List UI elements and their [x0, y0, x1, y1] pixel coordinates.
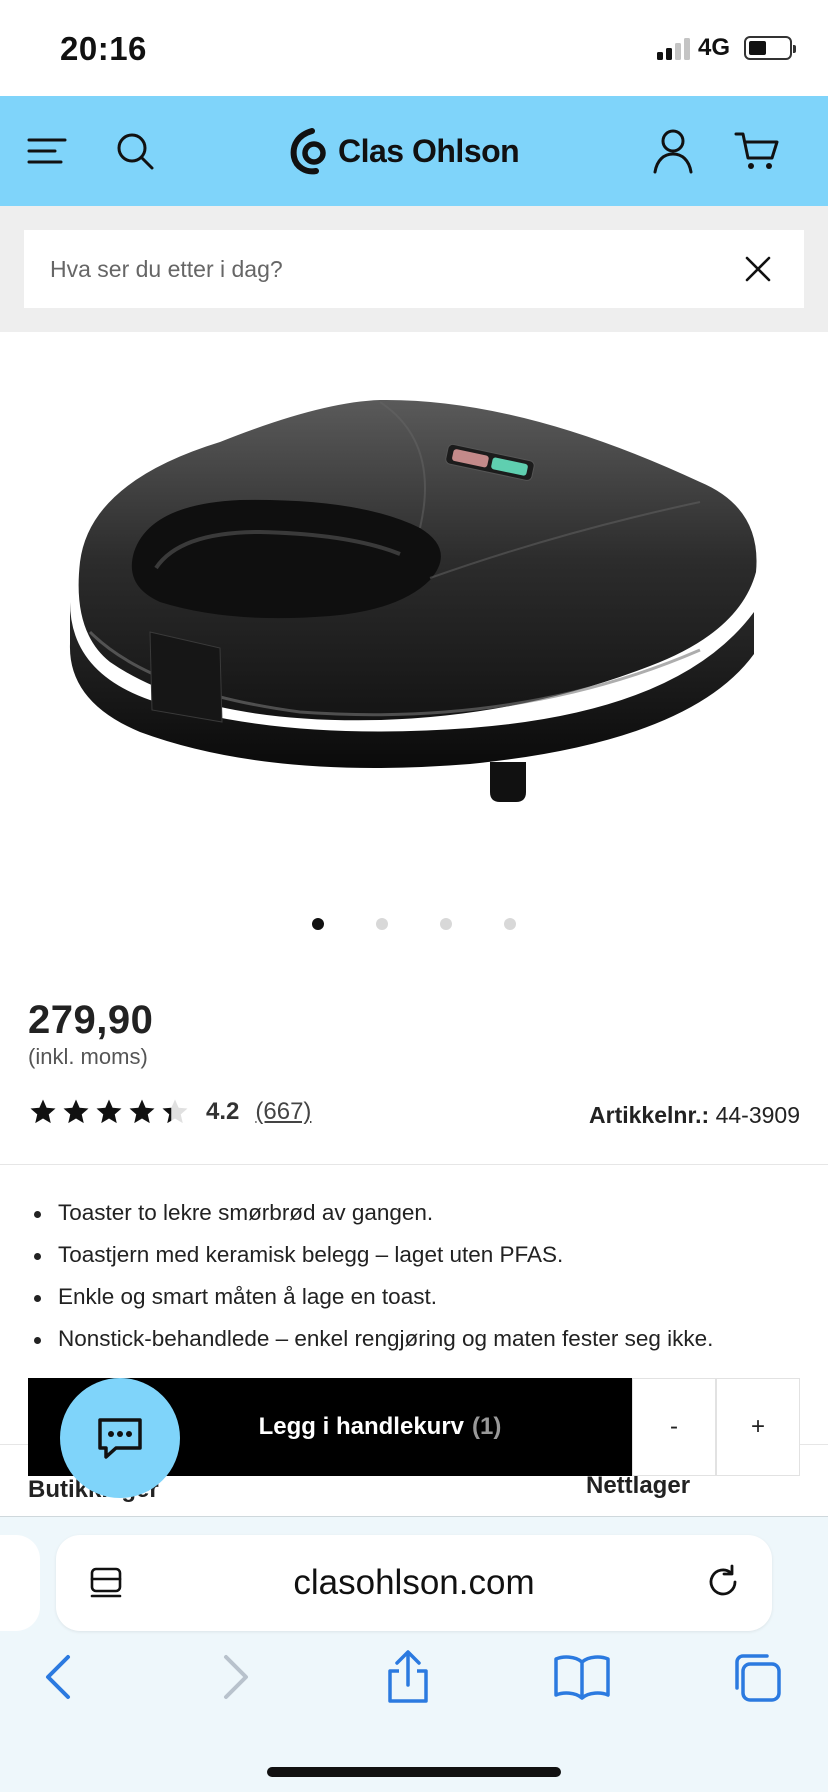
reload-icon[interactable] [702, 1561, 744, 1603]
chat-button[interactable] [60, 1378, 180, 1498]
rating-row: 4.2 (667) [28, 1094, 311, 1130]
home-indicator[interactable] [267, 1767, 561, 1777]
gallery-dot[interactable] [440, 918, 452, 930]
product-image[interactable] [0, 332, 828, 892]
star-full-icon [129, 1099, 155, 1124]
gallery-dot[interactable] [504, 918, 516, 930]
site-header: Clas Ohlson [0, 96, 828, 206]
gallery-dot[interactable] [312, 918, 324, 930]
chat-icon [98, 1418, 142, 1459]
brand-logo[interactable]: Clas Ohlson [290, 124, 520, 178]
network-type: 4G [697, 34, 730, 61]
search-input[interactable] [50, 255, 738, 283]
increase-quantity-button[interactable]: + [716, 1378, 800, 1476]
star-full-icon [63, 1099, 89, 1124]
feature-item: Toaster to lekre smørbrød av gangen. [30, 1192, 820, 1234]
user-icon[interactable] [646, 124, 700, 178]
feature-item: Toastjern med keramisk belegg – laget ut… [30, 1234, 820, 1276]
article-value: 44-3909 [715, 1102, 800, 1128]
previous-tab-peek[interactable] [0, 1535, 40, 1631]
signal-icon [656, 36, 690, 60]
menu-icon[interactable] [20, 124, 74, 178]
tabs-icon[interactable] [726, 1647, 786, 1707]
url-text: clasohlson.com [293, 1563, 535, 1602]
feature-list: Toaster to lekre smørbrød av gangen. Toa… [30, 1192, 820, 1360]
rating-stars [28, 1097, 190, 1127]
logo-mark-icon [290, 128, 326, 175]
battery-icon [744, 36, 796, 60]
divider [0, 1164, 828, 1165]
search-area [0, 206, 828, 332]
sandwich-toaster-image [69, 399, 757, 802]
back-icon[interactable] [28, 1647, 88, 1707]
forward-icon[interactable] [206, 1647, 266, 1707]
search-box [24, 230, 804, 308]
star-full-icon [30, 1099, 56, 1124]
bookmarks-icon[interactable] [552, 1647, 612, 1707]
star-full-icon [96, 1099, 122, 1124]
add-to-cart-label: Legg i handlekurv [258, 1413, 465, 1440]
share-icon[interactable] [378, 1647, 438, 1707]
rating-value: 4.2 [206, 1098, 240, 1125]
star-partial-icon [162, 1099, 188, 1124]
search-icon[interactable] [108, 124, 162, 178]
article-label: Artikkelnr.: [589, 1102, 710, 1128]
gallery-dot[interactable] [376, 918, 388, 930]
cart-icon[interactable] [730, 124, 784, 178]
online-stock-label[interactable]: Nettlager [586, 1472, 690, 1500]
reader-icon[interactable] [86, 1563, 126, 1603]
cart-quantity: (1) [472, 1413, 502, 1440]
gallery-pagination [0, 918, 828, 938]
reviews-link[interactable]: (667) [255, 1098, 311, 1126]
close-icon[interactable] [738, 249, 778, 289]
vat-note: (inkl. moms) [28, 1044, 148, 1069]
status-bar: 20:16 4G [0, 0, 828, 96]
feature-item: Enkle og smart måten å lage en toast. [30, 1276, 820, 1318]
feature-item: Nonstick-behandlede – enkel rengjøring o… [30, 1318, 820, 1360]
status-indicators: 4G [656, 34, 796, 62]
brand-name: Clas Ohlson [338, 132, 520, 169]
browser-toolbar: clasohlson.com [0, 1516, 828, 1792]
status-time: 20:16 [60, 30, 147, 67]
decrease-quantity-button[interactable]: - [632, 1378, 716, 1476]
address-bar[interactable]: clasohlson.com [56, 1535, 772, 1631]
product-price: 279,90 [28, 998, 154, 1042]
article-number: Artikkelnr.: 44-3909 [589, 1102, 800, 1129]
